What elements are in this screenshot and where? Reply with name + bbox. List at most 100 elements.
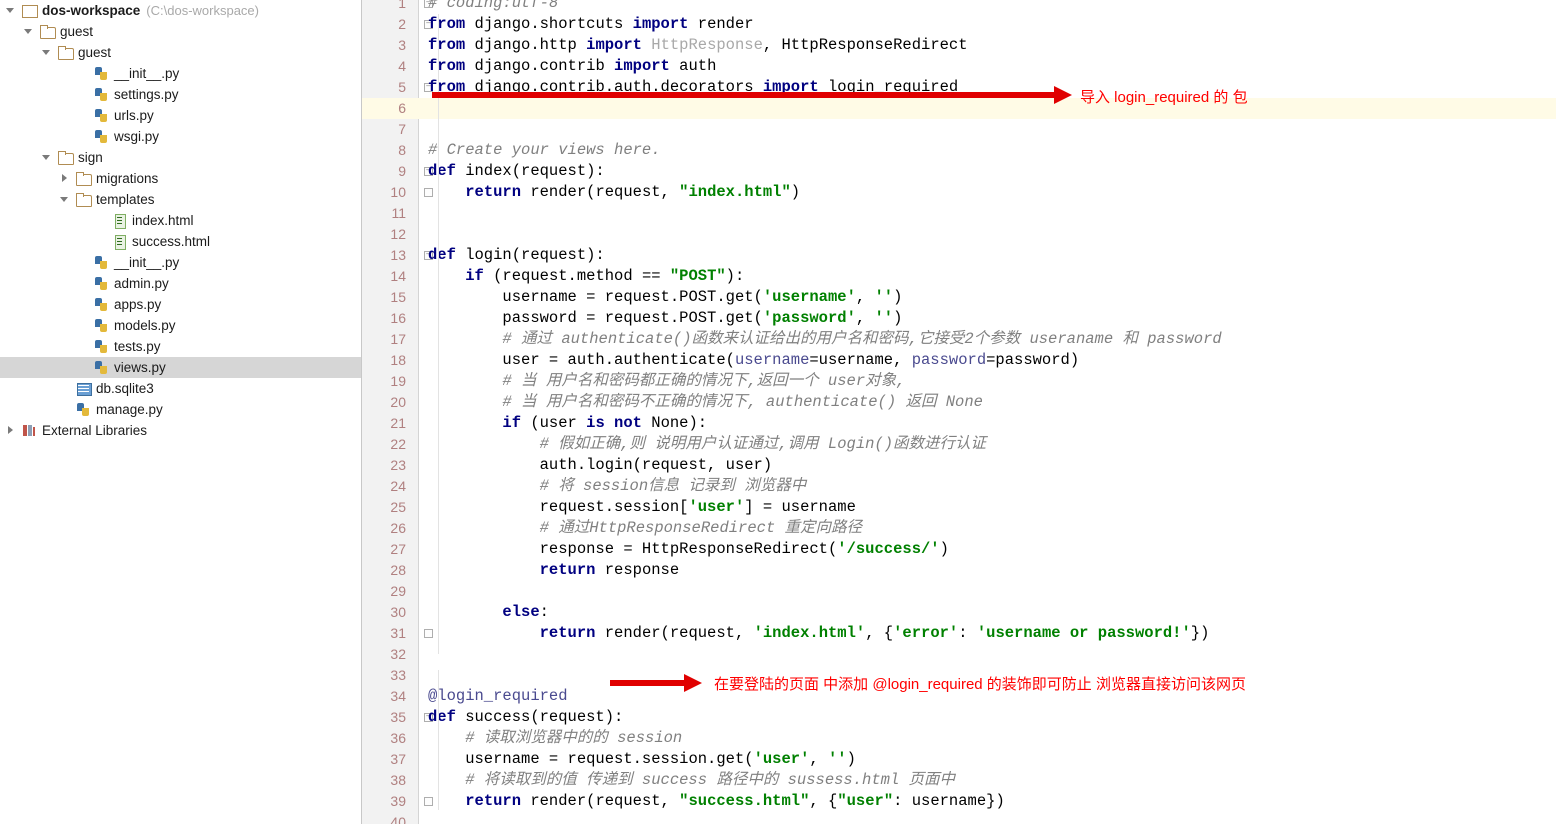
code-line[interactable]: 19 # 当 用户名和密码都正确的情况下,返回一个 user对象, [362, 371, 1556, 392]
code-token: response [595, 561, 680, 579]
code-line[interactable]: 38 # 将读取到的值 传递到 success 路径中的 sussess.htm… [362, 770, 1556, 791]
code-lines[interactable]: 1 # coding:utf-8 2 from django.shortcuts im… [362, 0, 1556, 824]
chevron-down-icon[interactable] [4, 4, 17, 17]
tree-item--init-py[interactable]: __init__.py [0, 252, 361, 273]
code-token: (user [521, 414, 587, 432]
code-line[interactable]: 6 [362, 98, 1556, 119]
tree-item-db-sqlite3[interactable]: db.sqlite3 [0, 378, 361, 399]
code-line[interactable]: 4 from django.contrib import auth [362, 56, 1556, 77]
tree-item--init-py[interactable]: __init__.py [0, 63, 361, 84]
code-line[interactable]: 24 # 将 session信息 记录到 浏览器中 [362, 476, 1556, 497]
code-line[interactable]: 9 def index(request): [362, 161, 1556, 182]
project-tree-panel[interactable]: dos-workspace (C:\dos-workspace) guest gues… [0, 0, 362, 824]
tree-item-settings-py[interactable]: settings.py [0, 84, 361, 105]
code-token: django.shortcuts [465, 15, 633, 33]
tree-item-admin-py[interactable]: admin.py [0, 273, 361, 294]
code-line[interactable]: 5 from django.contrib.auth.decorators imp… [362, 77, 1556, 98]
code-line[interactable]: 8 # Create your views here. [362, 140, 1556, 161]
tree-item-views-py[interactable]: views.py [0, 357, 361, 378]
code-line[interactable]: 39 return render(request, "success.html"… [362, 791, 1556, 812]
tree-item-manage-py[interactable]: manage.py [0, 399, 361, 420]
code-line[interactable]: 3 from django.http import HttpResponse, H… [362, 35, 1556, 56]
folder-icon [57, 45, 74, 60]
tree-item-models-py[interactable]: models.py [0, 315, 361, 336]
code-line[interactable]: 17 # 通过 authenticate()函数来认证给出的用户名和密码,它接受… [362, 329, 1556, 350]
line-number: 18 [390, 352, 406, 368]
code-line[interactable]: 31 return render(request, 'index.html', … [362, 623, 1556, 644]
code-line[interactable]: 21 if (user is not None): [362, 413, 1556, 434]
tree-item-wsgi-py[interactable]: wsgi.py [0, 126, 361, 147]
tree-item-sign[interactable]: sign [0, 147, 361, 168]
code-line[interactable]: 22 # 假如正确,则 说明用户认证通过,调用 Login()函数进行认证 [362, 434, 1556, 455]
code-token: , { [809, 792, 838, 810]
tree-item-templates[interactable]: templates [0, 189, 361, 210]
code-line[interactable]: 20 # 当 用户名和密码不正确的情况下, authenticate() 返回 … [362, 392, 1556, 413]
tree-item-migrations[interactable]: migrations [0, 168, 361, 189]
code-line[interactable]: 11 [362, 203, 1556, 224]
tree-item-guest[interactable]: guest [0, 42, 361, 63]
code-text: # 假如正确,则 说明用户认证通过,调用 Login()函数进行认证 [428, 434, 986, 455]
code-line[interactable]: 28 return response [362, 560, 1556, 581]
chevron-down-icon[interactable] [40, 151, 53, 164]
code-line[interactable]: 36 # 读取浏览器中的的 session [362, 728, 1556, 749]
code-line[interactable]: 12 [362, 224, 1556, 245]
code-token: return [465, 183, 522, 201]
code-line[interactable]: 37 username = request.session.get('user'… [362, 749, 1556, 770]
code-line[interactable]: 18 user = auth.authenticate(username=use… [362, 350, 1556, 371]
code-line[interactable]: 23 auth.login(request, user) [362, 455, 1556, 476]
code-line[interactable]: 7 [362, 119, 1556, 140]
code-line[interactable]: 26 # 通过HttpResponseRedirect 重定向路径 [362, 518, 1556, 539]
code-text: # Create your views here. [428, 140, 661, 161]
line-number: 7 [398, 121, 406, 137]
code-line[interactable]: 40 [362, 812, 1556, 824]
code-token: # 假如正确,则 说明用户认证通过,调用 Login()函数进行认证 [428, 435, 987, 453]
chevron-down-icon[interactable] [40, 46, 53, 59]
chevron-right-icon[interactable] [58, 172, 71, 185]
code-line[interactable]: 27 response = HttpResponseRedirect('/suc… [362, 539, 1556, 560]
code-text: # 通过 authenticate()函数来认证给出的用户名和密码,它接受2个参… [428, 329, 1221, 350]
code-token: password [911, 351, 987, 369]
chevron-right-icon[interactable] [4, 424, 17, 437]
tree-item-index-html[interactable]: index.html [0, 210, 361, 231]
code-text: password = request.POST.get('password', … [428, 308, 902, 329]
chevron-down-icon[interactable] [58, 193, 71, 206]
code-line[interactable]: 34 @login_required [362, 686, 1556, 707]
code-token: ) [893, 288, 903, 306]
tree-item-dos-workspace[interactable]: dos-workspace (C:\dos-workspace) [0, 0, 361, 21]
tree-item-tests-py[interactable]: tests.py [0, 336, 361, 357]
line-number: 26 [390, 520, 406, 536]
code-line[interactable]: 13 def login(request): [362, 245, 1556, 266]
code-line[interactable]: 33 [362, 665, 1556, 686]
code-text: return response [428, 560, 680, 581]
code-line[interactable]: 35 def success(request): [362, 707, 1556, 728]
code-line[interactable]: 1 # coding:utf-8 [362, 0, 1556, 14]
tree-item-label: settings.py [114, 86, 179, 102]
code-line[interactable]: 30 else: [362, 602, 1556, 623]
tree-item-external-libraries[interactable]: External Libraries [0, 420, 361, 441]
code-text: else: [428, 602, 549, 623]
code-token: import [586, 36, 642, 54]
chevron-down-icon[interactable] [22, 25, 35, 38]
tree-item-apps-py[interactable]: apps.py [0, 294, 361, 315]
tree-item-success-html[interactable]: success.html [0, 231, 361, 252]
code-token: "POST" [669, 267, 726, 285]
code-line[interactable]: 32 [362, 644, 1556, 665]
code-line[interactable]: 10 return render(request, "index.html") [362, 182, 1556, 203]
code-line[interactable]: 25 request.session['user'] = username [362, 497, 1556, 518]
code-line[interactable]: 16 password = request.POST.get('password… [362, 308, 1556, 329]
code-line[interactable]: 14 if (request.method == "POST"): [362, 266, 1556, 287]
code-line[interactable]: 29 [362, 581, 1556, 602]
code-line[interactable]: 15 username = request.POST.get('username… [362, 287, 1556, 308]
code-line[interactable]: 2 from django.shortcuts import render [362, 14, 1556, 35]
tree-item-guest[interactable]: guest [0, 21, 361, 42]
tree-item-urls-py[interactable]: urls.py [0, 105, 361, 126]
code-text: return render(request, "success.html", {… [428, 791, 1005, 812]
code-editor[interactable]: 1 # coding:utf-8 2 from django.shortcuts im… [362, 0, 1556, 824]
library-icon [21, 423, 38, 438]
line-number: 31 [390, 625, 406, 641]
